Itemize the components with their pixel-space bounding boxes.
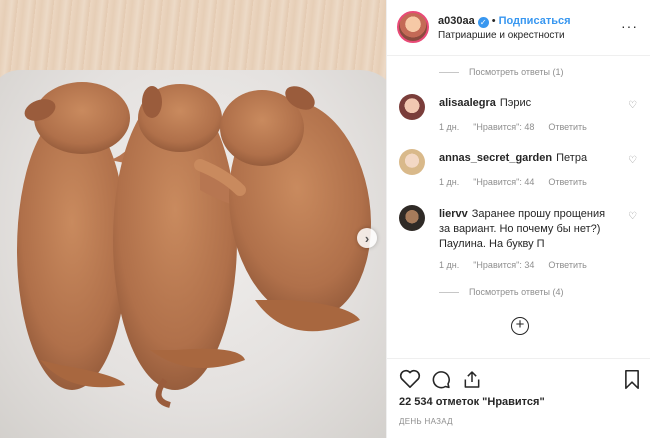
verified-icon: ✓ xyxy=(477,17,489,28)
divider-line xyxy=(439,291,459,293)
reply-button[interactable]: Ответить xyxy=(548,177,586,187)
comment-text: alisaalegra Пэрис xyxy=(439,96,609,111)
username-link[interactable]: a030aa xyxy=(438,15,475,27)
comment-body: Пэрис xyxy=(499,97,532,109)
bookmark-icon[interactable] xyxy=(623,369,641,390)
likes-count[interactable]: 22 534 отметок "Нравится" xyxy=(399,396,545,408)
comment-meta: 1 дн. "Нравится": 34 Ответить xyxy=(439,260,601,270)
comment-username[interactable]: liervv xyxy=(439,208,468,220)
comment-time[interactable]: 1 дн. xyxy=(439,122,459,132)
comment-text: liervv Заранее прошу прощения за вариант.… xyxy=(439,207,609,252)
view-replies-label: Посмотреть ответы (4) xyxy=(469,287,564,297)
follow-button[interactable]: Подписаться xyxy=(499,15,571,27)
view-replies-bottom[interactable]: Посмотреть ответы (4) xyxy=(439,287,564,297)
post-timestamp[interactable]: ДЕНЬ НАЗАД xyxy=(399,417,453,426)
post-author: a030aa ✓ • Подписаться xyxy=(438,15,571,28)
reply-button[interactable]: Ответить xyxy=(548,260,586,270)
load-more-comments-icon[interactable]: + xyxy=(511,317,529,335)
heart-icon[interactable]: ♡ xyxy=(628,155,637,166)
comment-time[interactable]: 1 дн. xyxy=(439,260,459,270)
avatar[interactable] xyxy=(399,149,425,175)
comment-meta: 1 дн. "Нравится": 44 Ответить xyxy=(439,177,601,187)
post-panel: a030aa ✓ • Подписаться Патриаршие и окрестн… xyxy=(386,0,650,438)
separator-dot: • xyxy=(491,15,496,27)
avatar[interactable] xyxy=(399,94,425,120)
comment-body: Петра xyxy=(556,152,588,164)
avatar[interactable] xyxy=(399,205,425,231)
comment-likes[interactable]: "Нравится": 48 xyxy=(473,122,534,132)
comment-item: liervv Заранее прошу прощения за вариант.… xyxy=(399,205,639,275)
action-bar: 22 534 отметок "Нравится" ДЕНЬ НАЗАД xyxy=(387,358,650,438)
comment-likes[interactable]: "Нравится": 34 xyxy=(473,260,534,270)
comment-username[interactable]: annas_secret_garden xyxy=(439,152,552,164)
divider-line xyxy=(439,71,459,73)
heart-icon[interactable] xyxy=(399,369,421,389)
location-link[interactable]: Патриаршие и окрестности xyxy=(438,30,565,41)
comment-item: alisaalegra Пэрис 1 дн. "Нравится": 48 Отве… xyxy=(399,94,639,138)
post-header: a030aa ✓ • Подписаться Патриаршие и окрестн… xyxy=(387,0,650,56)
avatar[interactable] xyxy=(397,11,429,43)
view-replies-top[interactable]: Посмотреть ответы (1) xyxy=(439,67,564,77)
heart-icon[interactable]: ♡ xyxy=(628,211,637,222)
comment-text: annas_secret_garden Петра xyxy=(439,151,609,166)
comment-item: annas_secret_garden Петра 1 дн. "Нравится"… xyxy=(399,149,639,193)
heart-icon[interactable]: ♡ xyxy=(628,100,637,111)
view-replies-label: Посмотреть ответы (1) xyxy=(469,67,564,77)
comment-username[interactable]: alisaalegra xyxy=(439,97,496,109)
comment-time[interactable]: 1 дн. xyxy=(439,177,459,187)
comment-likes[interactable]: "Нравится": 44 xyxy=(473,177,534,187)
comment-meta: 1 дн. "Нравится": 48 Ответить xyxy=(439,122,601,132)
reply-button[interactable]: Ответить xyxy=(548,122,586,132)
share-icon[interactable] xyxy=(462,369,482,390)
post-photo[interactable]: › xyxy=(0,0,386,438)
puppies-illustration xyxy=(17,82,371,408)
comment-icon[interactable] xyxy=(430,369,452,390)
ellipsis-icon[interactable]: ··· xyxy=(621,18,638,34)
next-photo-button[interactable]: › xyxy=(357,228,377,248)
